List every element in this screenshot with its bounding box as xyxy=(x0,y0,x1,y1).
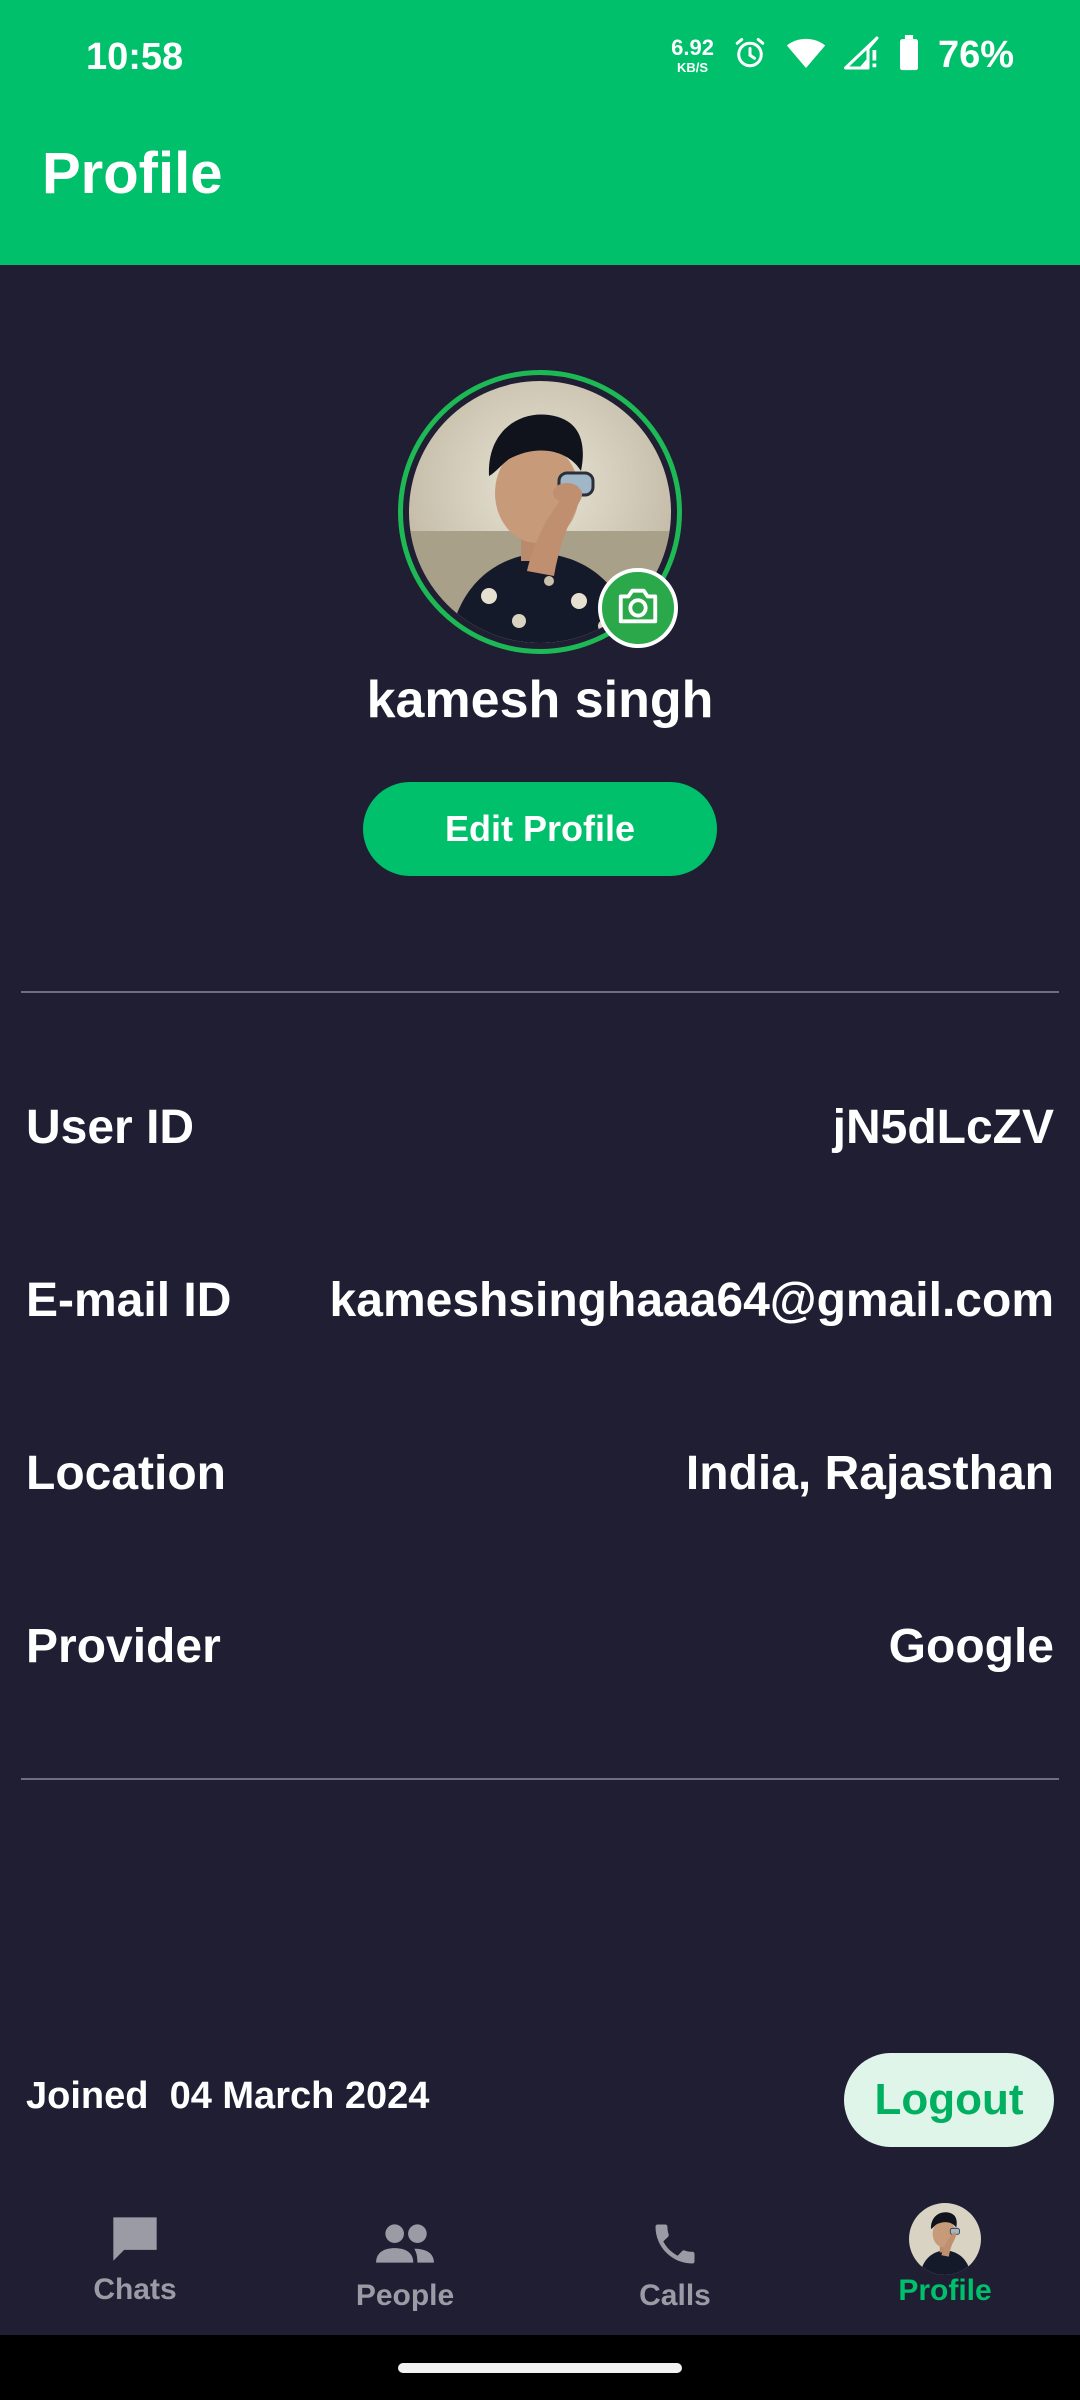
net-speed-value: 6.92 xyxy=(671,35,714,60)
nav-label: Chats xyxy=(93,2273,177,2306)
nav-label: People xyxy=(355,2279,455,2312)
battery-icon xyxy=(898,35,920,76)
alarm-icon xyxy=(732,35,768,76)
detail-row-user-id: User ID jN5dLcZV xyxy=(26,1092,1054,1162)
chat-icon xyxy=(109,2203,161,2273)
nav-item-profile[interactable]: Profile xyxy=(845,2203,1045,2308)
detail-label: E-mail ID xyxy=(26,1273,232,1327)
detail-value: Google xyxy=(888,1619,1054,1673)
gesture-handle[interactable] xyxy=(398,2363,682,2373)
nav-item-people[interactable]: People xyxy=(305,2209,505,2313)
joined-date: Joined 04 March 2024 xyxy=(26,2075,430,2117)
page-title: Profile xyxy=(42,141,223,206)
detail-label: Location xyxy=(26,1446,226,1500)
wifi-icon xyxy=(786,36,826,75)
divider-bottom xyxy=(21,1778,1059,1780)
avatar xyxy=(909,2203,981,2275)
net-speed-unit: KB/S xyxy=(676,60,709,75)
detail-row-email: E-mail ID kameshsinghaaa64@gmail.com xyxy=(26,1265,1054,1335)
nav-label: Calls xyxy=(639,2279,711,2312)
signal-icon xyxy=(843,36,880,75)
nav-label: Profile xyxy=(898,2274,992,2307)
phone-icon xyxy=(649,2209,701,2279)
people-icon xyxy=(374,2209,436,2279)
logout-button[interactable]: Logout xyxy=(844,2053,1054,2147)
nav-item-calls[interactable]: Calls xyxy=(575,2209,775,2313)
edit-profile-button[interactable]: Edit Profile xyxy=(363,782,717,876)
battery-percent: 76% xyxy=(937,34,1014,76)
detail-value: India, Rajasthan xyxy=(685,1446,1054,1500)
system-nav-area xyxy=(0,2335,1080,2400)
status-icons: 6.92 KB/S 76% xyxy=(671,34,1014,77)
net-speed: 6.92 KB/S xyxy=(671,35,714,75)
profile-name: kamesh singh xyxy=(366,671,714,729)
avatar-container[interactable] xyxy=(398,370,682,654)
change-photo-button[interactable] xyxy=(598,568,678,648)
divider-top xyxy=(21,991,1059,993)
nav-item-chats[interactable]: Chats xyxy=(35,2203,235,2307)
detail-row-provider: Provider Google xyxy=(26,1611,1054,1681)
detail-value: kameshsinghaaa64@gmail.com xyxy=(329,1273,1054,1327)
detail-value: jN5dLcZV xyxy=(832,1100,1054,1154)
detail-row-location: Location India, Rajasthan xyxy=(26,1438,1054,1508)
detail-label: User ID xyxy=(26,1100,195,1154)
profile-screen: 10:58 6.92 KB/S 76% Profile kamesh singh… xyxy=(0,0,1080,2400)
camera-icon xyxy=(615,586,661,631)
detail-label: Provider xyxy=(26,1619,221,1673)
bottom-nav: Chats People Calls Profile xyxy=(0,2183,1080,2335)
status-time: 10:58 xyxy=(86,36,184,78)
app-bar: 10:58 6.92 KB/S 76% Profile xyxy=(0,0,1080,265)
